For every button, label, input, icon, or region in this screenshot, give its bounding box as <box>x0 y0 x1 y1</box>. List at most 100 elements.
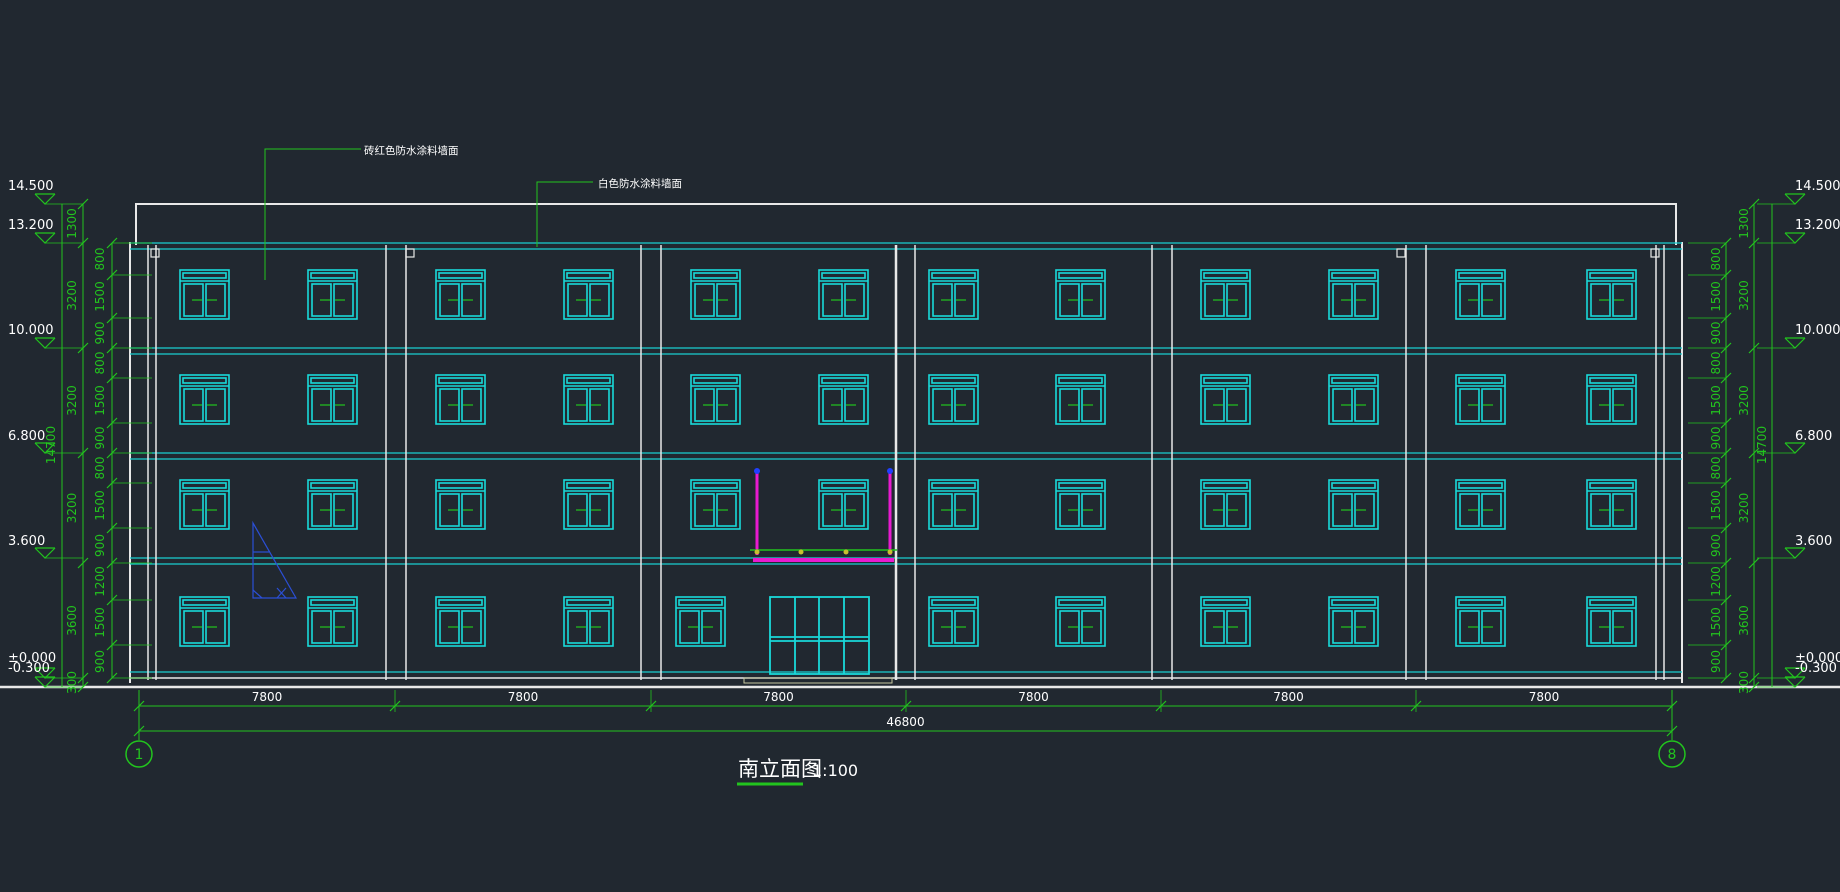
window <box>307 479 358 530</box>
window <box>1055 596 1106 647</box>
window <box>307 374 358 425</box>
level-marker: -0.300 <box>1757 661 1837 688</box>
cad-canvas[interactable]: 砖红色防水涂料墙面 白色防水涂料墙面 1300 3200 3200 3200 3600 3… <box>0 0 1840 888</box>
window <box>307 269 358 320</box>
level-triangle <box>1784 232 1806 244</box>
window <box>1455 479 1506 530</box>
window <box>563 479 614 530</box>
downpipe-head <box>1650 248 1660 258</box>
pilasters <box>147 245 1665 680</box>
window <box>179 596 230 647</box>
bay-dimension-label: 7800 <box>1529 690 1560 704</box>
window <box>179 374 230 425</box>
window-transom <box>1203 599 1248 606</box>
axis-label: 1 <box>135 747 144 763</box>
window-transom <box>821 272 866 279</box>
dimension-label: 3200 <box>65 493 79 524</box>
dimension-label: 800 <box>1709 352 1723 375</box>
canopy-node <box>754 468 760 474</box>
window <box>690 374 741 425</box>
building-outline <box>0 203 1840 689</box>
dimension-label: 300 <box>1737 671 1751 694</box>
canopy-node <box>798 549 804 555</box>
dimension-label: 3200 <box>65 385 79 416</box>
level-marker: 14.500 <box>1757 179 1840 205</box>
window-transom <box>310 272 355 279</box>
window <box>1200 596 1251 647</box>
dimension-label: 900 <box>1709 427 1723 450</box>
drawing-scale: 1:100 <box>812 761 858 780</box>
dimension-label: 3200 <box>1737 493 1751 524</box>
bottom-dimensions: 7800 7800 7800 7800 7800 7800 46800 <box>133 690 1678 737</box>
level-label: 10.000 <box>8 323 54 338</box>
level-triangle <box>34 193 56 205</box>
window-transom <box>438 482 483 489</box>
level-triangle <box>1784 442 1806 454</box>
window <box>179 269 230 320</box>
level-triangle <box>1784 547 1806 559</box>
level-marker: 3.600 <box>1757 534 1832 559</box>
windows-group <box>179 269 1637 647</box>
window <box>1200 269 1251 320</box>
window <box>928 479 979 530</box>
window-transom <box>931 377 976 384</box>
window-transom <box>1331 482 1376 489</box>
dimension-label: 3200 <box>1737 280 1751 311</box>
level-label: -0.300 <box>8 661 50 676</box>
level-marker: 10.000 <box>8 323 83 349</box>
drawing-title-block: 南立面图 1:100 <box>737 757 858 786</box>
window <box>1328 269 1379 320</box>
window <box>1328 596 1379 647</box>
window-transom <box>693 377 738 384</box>
window <box>1328 479 1379 530</box>
dimension-label: 1500 <box>93 490 107 521</box>
window <box>1200 479 1251 530</box>
triangle-symbol <box>252 520 298 599</box>
dimension-label: 900 <box>93 534 107 557</box>
window <box>818 479 869 530</box>
window-transom <box>438 377 483 384</box>
window-transom <box>566 482 611 489</box>
level-label: 13.200 <box>8 218 54 233</box>
canopy-node <box>887 468 893 474</box>
window-transom <box>693 272 738 279</box>
level-label: 6.800 <box>1795 429 1832 444</box>
window-transom <box>931 482 976 489</box>
window-transom <box>566 272 611 279</box>
window-transom <box>182 599 227 606</box>
dimension-label: 1500 <box>93 607 107 638</box>
downpipe-head <box>1396 248 1406 258</box>
dimension-label: 3600 <box>1737 605 1751 636</box>
leader-line <box>264 148 361 280</box>
window <box>1586 374 1637 425</box>
window-transom <box>693 482 738 489</box>
dimension-label: 1200 <box>93 566 107 597</box>
dimension-label: 800 <box>1709 248 1723 271</box>
dimension-label: 900 <box>1709 650 1723 673</box>
window-transom <box>1589 377 1634 384</box>
window-transom <box>182 482 227 489</box>
window-transom <box>182 377 227 384</box>
level-label: 3.600 <box>8 534 45 549</box>
window <box>1200 374 1251 425</box>
level-triangle <box>34 547 56 559</box>
window <box>690 269 741 320</box>
dimension-label: 800 <box>93 248 107 271</box>
window <box>928 269 979 320</box>
dimension-label: 900 <box>93 650 107 673</box>
window-transom <box>931 599 976 606</box>
window-transom <box>1203 377 1248 384</box>
level-label: 6.800 <box>8 429 45 444</box>
dimension-label: 900 <box>1709 534 1723 557</box>
window-transom <box>931 272 976 279</box>
window-transom <box>566 377 611 384</box>
canopy-node <box>754 549 760 555</box>
window <box>1455 374 1506 425</box>
window <box>675 596 726 647</box>
window <box>435 269 486 320</box>
dimension-label: 800 <box>93 352 107 375</box>
level-triangle <box>1784 337 1806 349</box>
level-label: 14.500 <box>1795 179 1840 194</box>
level-marker: 14.500 <box>8 179 83 205</box>
window-transom <box>1331 599 1376 606</box>
